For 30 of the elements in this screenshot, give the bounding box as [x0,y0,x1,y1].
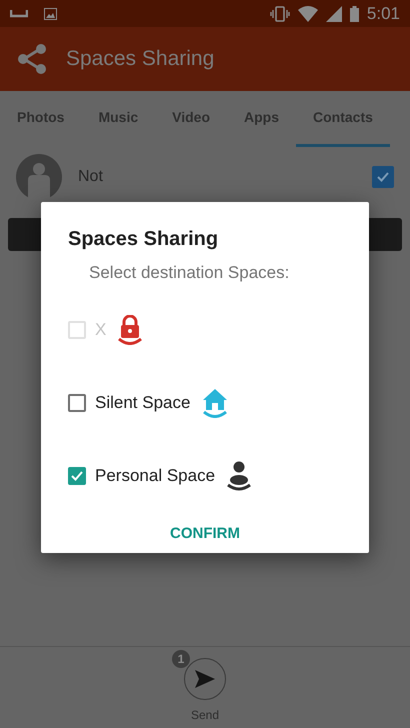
clock-time: 5:01 [366,2,400,25]
lock-icon [118,315,142,345]
send-icon [195,670,215,688]
avatar-icon [16,154,62,200]
dialog-subtitle: Select destination Spaces: [89,262,290,284]
option-label: X [95,319,106,342]
person-icon [227,461,252,491]
check-icon [71,471,83,481]
checkbox[interactable] [68,394,86,412]
contact-name: Not [78,167,103,187]
home-icon [202,388,228,418]
image-icon [44,8,57,20]
dark-bar [8,218,41,251]
vibrate-icon [270,6,290,22]
signal-icon [326,6,342,22]
battery-icon [350,6,359,22]
option-label: Personal Space [95,465,216,488]
send-label: Send [190,708,220,722]
option-label: Silent Space [95,392,190,414]
share-icon[interactable] [16,43,48,75]
confirm-button[interactable]: CONFIRM [160,516,250,551]
checkbox[interactable] [68,467,86,485]
checkbox[interactable] [372,166,394,188]
app-title: Spaces Sharing [66,46,214,72]
wifi-icon [298,6,318,22]
notification-icon [10,10,28,18]
dialog-title: Spaces Sharing [68,227,218,252]
count-badge: 1 [172,650,190,668]
check-icon [377,172,389,182]
dark-bar [369,218,402,251]
